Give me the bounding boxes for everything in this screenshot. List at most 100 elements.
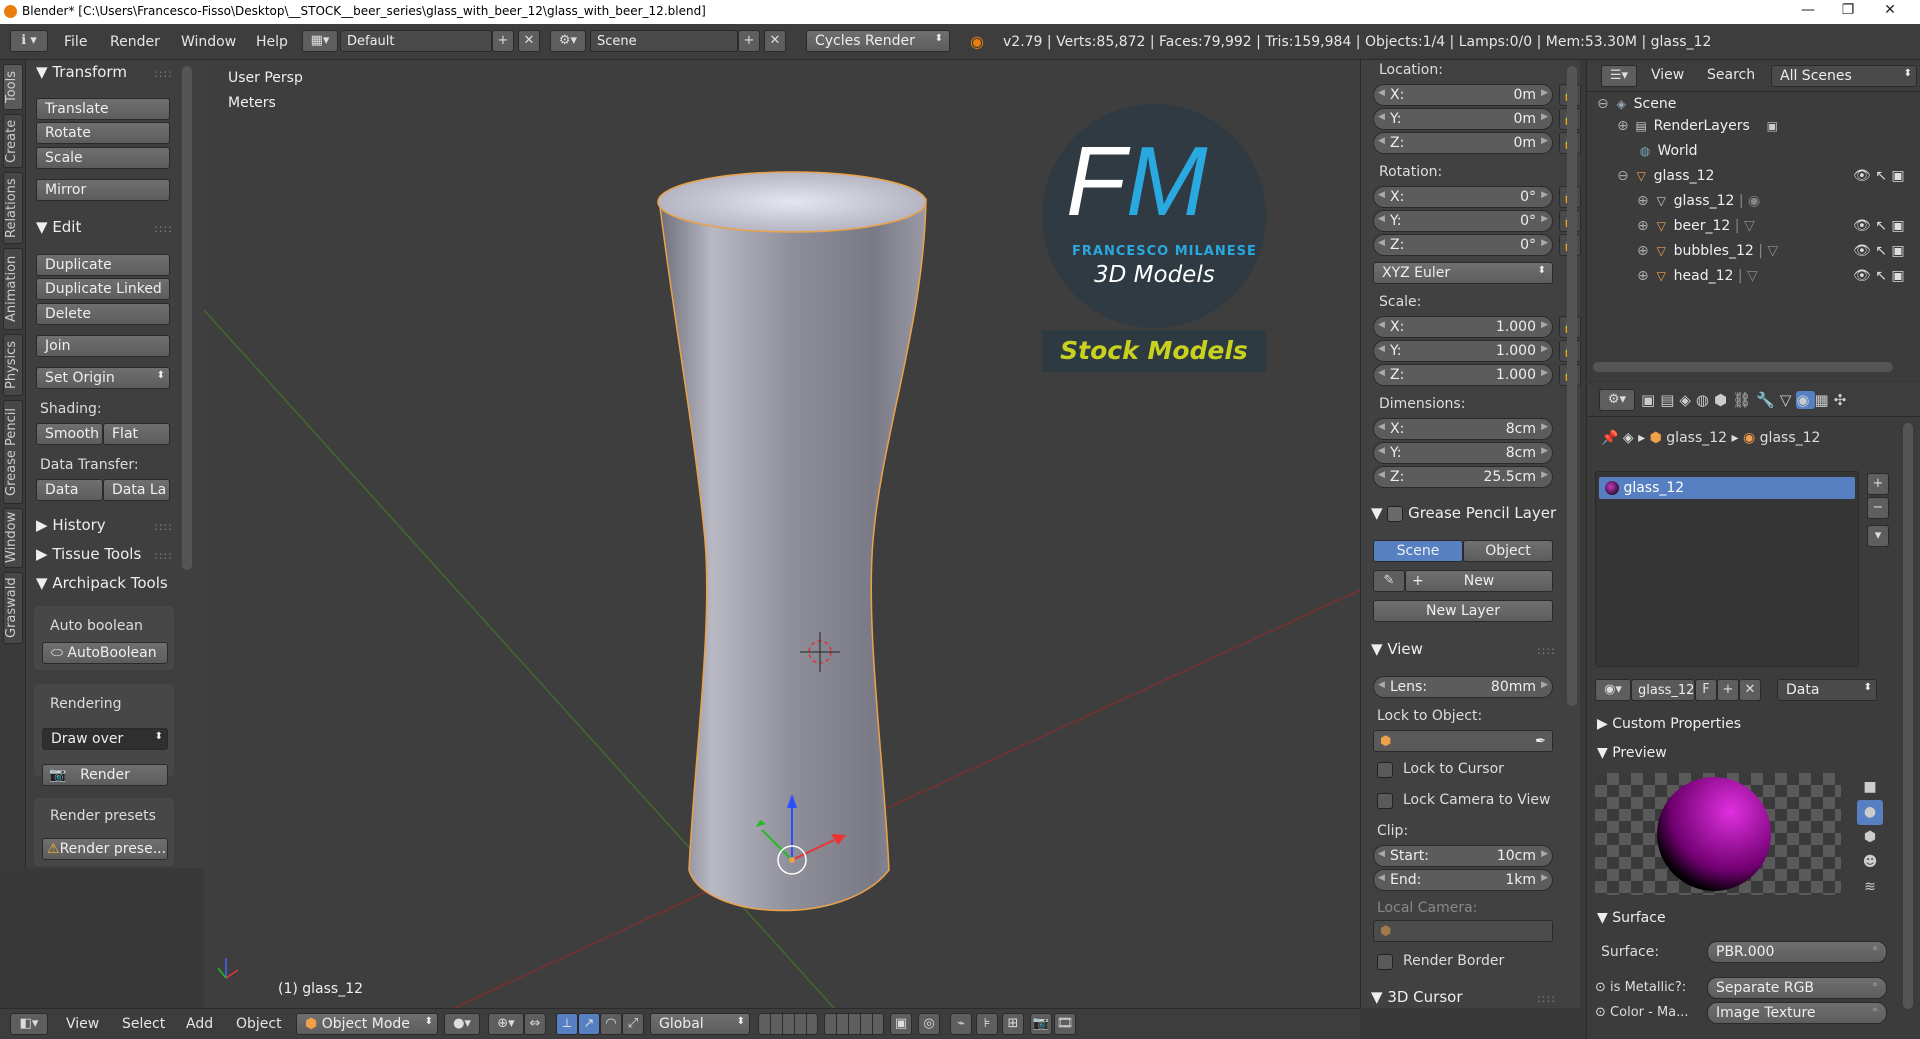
clip-start-field[interactable]: ◀ Start: 10cm ▶ [1373,845,1553,867]
menu-render[interactable]: Render [110,34,160,50]
duplicate-linked-button[interactable]: Duplicate Linked [36,278,170,300]
gp-object-button[interactable]: Object [1463,540,1553,562]
panel-grip-icon[interactable]: :::: [1537,644,1556,657]
select-arrow-icon[interactable]: ↖ [1875,218,1887,234]
visibility-controls[interactable]: 👁 ↖ ▣ [1853,168,1905,184]
data-transfer-button[interactable]: Data [36,479,103,501]
preview-monkey-icon[interactable]: ☻ [1857,850,1883,875]
menu-file[interactable]: File [64,34,87,50]
properties-scrollbar[interactable] [1903,423,1913,1009]
texture-tab-icon[interactable]: ▦ [1815,391,1834,409]
manipulator-toggle-icon[interactable]: ⟂ [556,1013,578,1035]
metallic-input-field[interactable]: Separate RGB ◦ [1707,977,1887,999]
outliner-display-dropdown[interactable]: All Scenes ⬍ [1771,65,1917,87]
scale-x-field[interactable]: ◀ X: 1.000 ▶ [1373,316,1553,338]
outliner-item-scene[interactable]: ⊖ ◈ Scene [1597,96,1676,112]
rotation-z-field[interactable]: ◀ Z: 0° ▶ [1373,234,1553,256]
material-name-field[interactable]: glass_12 [1631,679,1695,701]
lock-object-field[interactable]: ⬢ ✒ [1373,730,1553,752]
join-button[interactable]: Join [36,335,170,357]
manipulate-center-icon[interactable]: ⇔ [524,1013,546,1035]
dimensions-z-field[interactable]: ◀ Z: 25.5cm ▶ [1373,466,1553,488]
screen-layout-field[interactable]: Default [340,30,492,52]
delete-button[interactable]: Delete [36,303,170,325]
opengl-render-icon[interactable]: 📷 [1030,1013,1052,1035]
menu-view[interactable]: View [66,1016,99,1032]
fake-user-button[interactable]: F [1695,679,1717,701]
menu-select[interactable]: Select [122,1016,165,1032]
opengl-animation-icon[interactable]: 🎞 [1054,1013,1076,1035]
translate-button[interactable]: Translate [36,98,170,120]
menu-object[interactable]: Object [236,1016,282,1032]
transform-orientation-dropdown[interactable]: Global ⬍ [650,1013,750,1035]
menu-window[interactable]: Window [181,34,236,50]
panel-grease-pencil-header[interactable]: ▼ Grease Pencil Layer [1371,504,1557,522]
eye-icon[interactable]: 👁 [1853,268,1871,284]
render-camera-icon[interactable]: ▣ [1891,268,1904,284]
render-tab-icon[interactable]: ▣ [1641,391,1660,409]
pencil-icon[interactable]: ✎ [1373,570,1405,592]
rotation-x-field[interactable]: ◀ X: 0° ▶ [1373,186,1553,208]
remove-layout-icon[interactable]: ✕ [518,30,540,52]
close-window-button[interactable]: ✕ [1870,2,1910,22]
physics-tab-icon[interactable]: ✣ [1834,391,1852,409]
draw-over-dropdown[interactable]: Draw over ⬍ [42,728,168,750]
panel-grip-icon[interactable]: :::: [154,67,173,80]
minimize-button[interactable]: — [1788,2,1828,22]
material-browse-icon[interactable]: ◉▾ [1595,679,1631,701]
modifiers-tab-icon[interactable]: 🔧 [1756,391,1780,409]
gp-new-button[interactable]: + New [1405,570,1553,592]
duplicate-button[interactable]: Duplicate [36,254,170,276]
snap-toggle-icon[interactable]: ⌁ [950,1013,972,1035]
remove-scene-icon[interactable]: ✕ [764,30,786,52]
dimensions-y-field[interactable]: ◀ Y: 8cm ▶ [1373,442,1553,464]
data-layout-transfer-button[interactable]: Data La [103,479,170,501]
constraints-tab-icon[interactable]: ⛓ [1732,391,1756,409]
remove-slot-icon[interactable]: − [1867,497,1889,519]
tab-grease-pencil[interactable]: Grease Pencil [3,400,23,504]
material-slots-list[interactable] [1595,471,1859,667]
panel-custom-properties-header[interactable]: ▶ Custom Properties [1597,716,1741,732]
panel-surface-header[interactable]: ▼ Surface [1597,910,1666,926]
new-material-icon[interactable]: + [1717,679,1739,701]
dimensions-x-field[interactable]: ◀ X: 8cm ▶ [1373,418,1553,440]
select-arrow-icon[interactable]: ↖ [1875,243,1887,259]
render-camera-icon[interactable]: ▣ [1891,243,1904,259]
scale-z-field[interactable]: ◀ Z: 1.000 ▶ [1373,364,1553,386]
material-tab-icon[interactable]: ◉ [1796,391,1815,409]
layers-grid-1[interactable] [758,1013,818,1035]
panel-tissue-header[interactable]: ▶ Tissue Tools [36,545,141,563]
outliner-item-bubbles[interactable]: ⊕ ▽ bubbles_12 | ▽ [1637,243,1778,259]
unlink-material-icon[interactable]: ✕ [1739,679,1761,701]
toolshelf-scrollbar[interactable] [182,66,192,570]
data-tab-icon[interactable]: ▽ [1780,391,1797,409]
outliner-hscrollbar[interactable] [1593,362,1893,372]
menu-add[interactable]: Add [186,1016,213,1032]
panel-grip-icon[interactable]: :::: [154,520,173,533]
lens-field[interactable]: ◀ Lens: 80mm ▶ [1373,676,1553,698]
render-border-checkbox[interactable] [1377,954,1393,970]
rotation-mode-dropdown[interactable]: XYZ Euler ⬍ [1373,262,1553,284]
gp-new-layer-button[interactable]: New Layer [1373,600,1553,622]
world-tab-icon[interactable]: ◍ [1696,391,1714,409]
select-arrow-icon[interactable]: ↖ [1875,168,1887,184]
panel-transform-header[interactable]: ▼ Transform [36,63,127,81]
interaction-mode-dropdown[interactable]: ⬢ Object Mode ⬍ [296,1013,438,1035]
render-presets-button[interactable]: ⚠Render prese... [42,838,168,860]
rotate-button[interactable]: Rotate [36,122,170,144]
properties-context-tabs[interactable]: ▣▤◈◍⬢⛓🔧▽◉▦✣ [1641,391,1851,409]
location-x-field[interactable]: ◀ X: 0m ▶ [1373,84,1553,106]
properties-editor-icon[interactable]: ⚙▾ [1599,389,1635,411]
scene-field[interactable]: Scene [590,30,738,52]
preview-type-buttons[interactable]: ■ ● ⬢ ☻ ≋ [1857,775,1883,907]
rotation-y-field[interactable]: ◀ Y: 0° ▶ [1373,210,1553,232]
visibility-controls[interactable]: 👁 ↖ ▣ [1853,218,1905,234]
add-scene-icon[interactable]: + [738,30,760,52]
select-arrow-icon[interactable]: ↖ [1875,268,1887,284]
scene-icon[interactable]: ⚙▾ [550,30,586,52]
maximize-button[interactable]: ❐ [1828,2,1868,22]
auto-boolean-button[interactable]: ⬭ AutoBoolean [42,642,168,664]
material-slot-selected[interactable]: glass_12 [1599,477,1855,499]
preview-sphere-icon[interactable]: ● [1857,800,1883,825]
tab-window[interactable]: Window [3,508,23,568]
